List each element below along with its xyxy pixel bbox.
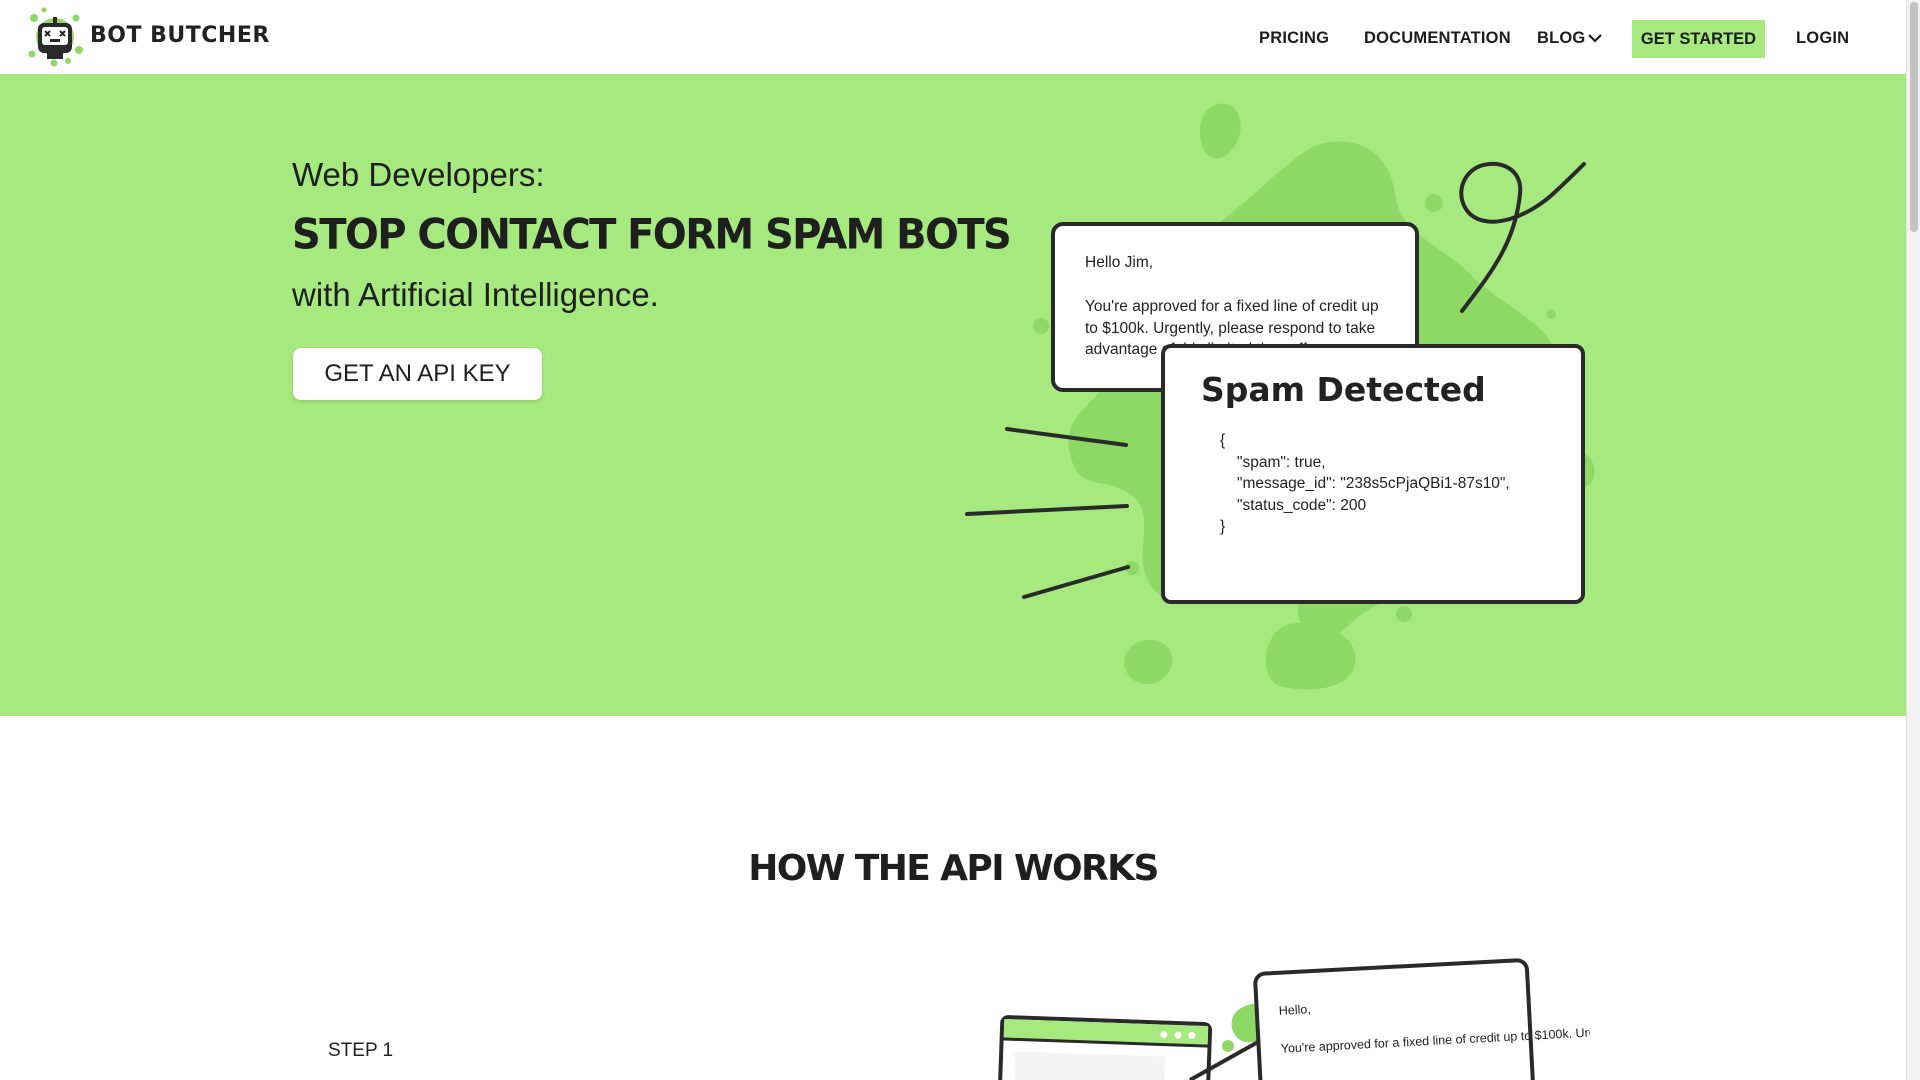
step-card-greeting: Hello, [1278, 1002, 1311, 1018]
hero-title: STOP CONTACT FORM SPAM BOTS [292, 210, 1012, 260]
nav-documentation[interactable]: DOCUMENTATION [1364, 29, 1511, 48]
hero-section: Web Developers: STOP CONTACT FORM SPAM B… [0, 74, 1906, 716]
brand-name[interactable]: BOT BUTCHER [90, 23, 270, 48]
get-started-button[interactable]: GET STARTED [1632, 20, 1765, 58]
scrollbar-thumb[interactable] [1910, 2, 1918, 232]
spam-detected-card: Spam Detected { "spam": true, "message_i… [1161, 344, 1585, 604]
nav-blog[interactable]: BLOG [1537, 29, 1585, 48]
spam-card-title: Spam Detected [1201, 370, 1486, 409]
page-scrollbar[interactable] [1906, 0, 1920, 1080]
get-api-key-button[interactable]: GET AN API KEY [293, 348, 542, 400]
chevron-down-icon[interactable] [1587, 33, 1603, 43]
nav-pricing[interactable]: PRICING [1259, 29, 1329, 48]
json-line: { [1220, 432, 1226, 449]
splat-illustration [965, 103, 1595, 690]
email-greeting: Hello Jim, [1085, 254, 1154, 271]
hero-subtitle: with Artificial Intelligence. [292, 276, 659, 313]
json-line: "message_id": "238s5cPjaQBi1-87s10", [1237, 475, 1510, 492]
hero-eyebrow: Web Developers: [292, 156, 545, 193]
how-section-title: HOW THE API WORKS [748, 848, 1159, 889]
step-label: STEP 1 [328, 1040, 394, 1061]
json-line: "spam": true, [1237, 454, 1326, 471]
robot-logo-icon[interactable] [24, 6, 86, 68]
json-line: } [1220, 518, 1226, 535]
nav-login[interactable]: LOGIN [1796, 29, 1849, 48]
api-flow-illustration: Hello, You're approved for a fixed line … [997, 958, 1590, 1080]
site-header: BOT BUTCHER PRICING DOCUMENTATION BLOG G… [0, 0, 1906, 74]
json-line: "status_code": 200 [1237, 497, 1367, 514]
